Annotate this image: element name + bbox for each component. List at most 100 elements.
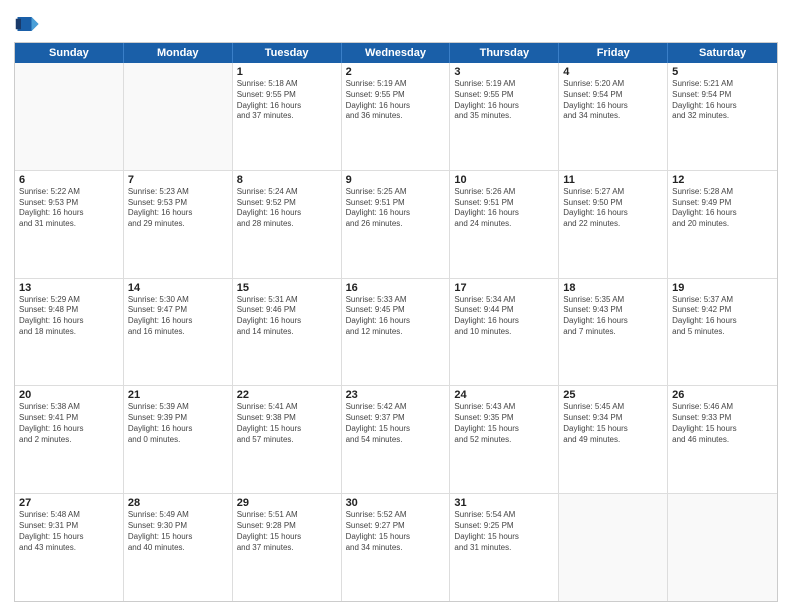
day-number: 23 [346, 389, 446, 401]
calendar-cell: 24Sunrise: 5:43 AM Sunset: 9:35 PM Dayli… [450, 386, 559, 493]
day-number: 26 [672, 389, 773, 401]
calendar-cell: 6Sunrise: 5:22 AM Sunset: 9:53 PM Daylig… [15, 171, 124, 278]
day-content: Sunrise: 5:51 AM Sunset: 9:28 PM Dayligh… [237, 510, 337, 553]
day-number: 31 [454, 497, 554, 509]
day-content: Sunrise: 5:46 AM Sunset: 9:33 PM Dayligh… [672, 402, 773, 445]
day-content: Sunrise: 5:29 AM Sunset: 9:48 PM Dayligh… [19, 295, 119, 338]
calendar-row: 27Sunrise: 5:48 AM Sunset: 9:31 PM Dayli… [15, 494, 777, 601]
day-number: 4 [563, 66, 663, 78]
calendar-cell [124, 63, 233, 170]
calendar-cell: 8Sunrise: 5:24 AM Sunset: 9:52 PM Daylig… [233, 171, 342, 278]
day-content: Sunrise: 5:27 AM Sunset: 9:50 PM Dayligh… [563, 187, 663, 230]
day-number: 15 [237, 282, 337, 294]
calendar-row: 20Sunrise: 5:38 AM Sunset: 9:41 PM Dayli… [15, 386, 777, 494]
calendar-cell [15, 63, 124, 170]
calendar-cell: 22Sunrise: 5:41 AM Sunset: 9:38 PM Dayli… [233, 386, 342, 493]
day-content: Sunrise: 5:19 AM Sunset: 9:55 PM Dayligh… [346, 79, 446, 122]
day-content: Sunrise: 5:25 AM Sunset: 9:51 PM Dayligh… [346, 187, 446, 230]
day-number: 21 [128, 389, 228, 401]
day-content: Sunrise: 5:52 AM Sunset: 9:27 PM Dayligh… [346, 510, 446, 553]
calendar-row: 13Sunrise: 5:29 AM Sunset: 9:48 PM Dayli… [15, 279, 777, 387]
day-number: 6 [19, 174, 119, 186]
calendar-cell: 1Sunrise: 5:18 AM Sunset: 9:55 PM Daylig… [233, 63, 342, 170]
calendar-cell: 12Sunrise: 5:28 AM Sunset: 9:49 PM Dayli… [668, 171, 777, 278]
day-number: 14 [128, 282, 228, 294]
day-number: 11 [563, 174, 663, 186]
calendar: SundayMondayTuesdayWednesdayThursdayFrid… [14, 42, 778, 602]
calendar-header-day: Friday [559, 43, 668, 63]
calendar-cell: 9Sunrise: 5:25 AM Sunset: 9:51 PM Daylig… [342, 171, 451, 278]
day-number: 1 [237, 66, 337, 78]
day-number: 8 [237, 174, 337, 186]
day-content: Sunrise: 5:45 AM Sunset: 9:34 PM Dayligh… [563, 402, 663, 445]
calendar-cell: 7Sunrise: 5:23 AM Sunset: 9:53 PM Daylig… [124, 171, 233, 278]
page: SundayMondayTuesdayWednesdayThursdayFrid… [0, 0, 792, 612]
calendar-cell: 18Sunrise: 5:35 AM Sunset: 9:43 PM Dayli… [559, 279, 668, 386]
calendar-cell: 26Sunrise: 5:46 AM Sunset: 9:33 PM Dayli… [668, 386, 777, 493]
day-content: Sunrise: 5:34 AM Sunset: 9:44 PM Dayligh… [454, 295, 554, 338]
logo-icon [14, 10, 42, 38]
day-content: Sunrise: 5:19 AM Sunset: 9:55 PM Dayligh… [454, 79, 554, 122]
calendar-header-day: Thursday [450, 43, 559, 63]
day-content: Sunrise: 5:49 AM Sunset: 9:30 PM Dayligh… [128, 510, 228, 553]
day-content: Sunrise: 5:18 AM Sunset: 9:55 PM Dayligh… [237, 79, 337, 122]
day-number: 19 [672, 282, 773, 294]
calendar-cell: 15Sunrise: 5:31 AM Sunset: 9:46 PM Dayli… [233, 279, 342, 386]
day-content: Sunrise: 5:20 AM Sunset: 9:54 PM Dayligh… [563, 79, 663, 122]
calendar-cell: 30Sunrise: 5:52 AM Sunset: 9:27 PM Dayli… [342, 494, 451, 601]
calendar-row: 1Sunrise: 5:18 AM Sunset: 9:55 PM Daylig… [15, 63, 777, 171]
day-number: 27 [19, 497, 119, 509]
day-content: Sunrise: 5:23 AM Sunset: 9:53 PM Dayligh… [128, 187, 228, 230]
day-content: Sunrise: 5:28 AM Sunset: 9:49 PM Dayligh… [672, 187, 773, 230]
calendar-cell: 17Sunrise: 5:34 AM Sunset: 9:44 PM Dayli… [450, 279, 559, 386]
calendar-header: SundayMondayTuesdayWednesdayThursdayFrid… [15, 43, 777, 63]
calendar-row: 6Sunrise: 5:22 AM Sunset: 9:53 PM Daylig… [15, 171, 777, 279]
calendar-cell [668, 494, 777, 601]
day-number: 2 [346, 66, 446, 78]
day-content: Sunrise: 5:41 AM Sunset: 9:38 PM Dayligh… [237, 402, 337, 445]
day-content: Sunrise: 5:42 AM Sunset: 9:37 PM Dayligh… [346, 402, 446, 445]
day-content: Sunrise: 5:26 AM Sunset: 9:51 PM Dayligh… [454, 187, 554, 230]
day-number: 3 [454, 66, 554, 78]
calendar-header-day: Tuesday [233, 43, 342, 63]
calendar-cell [559, 494, 668, 601]
day-number: 25 [563, 389, 663, 401]
day-content: Sunrise: 5:39 AM Sunset: 9:39 PM Dayligh… [128, 402, 228, 445]
day-content: Sunrise: 5:21 AM Sunset: 9:54 PM Dayligh… [672, 79, 773, 122]
calendar-cell: 13Sunrise: 5:29 AM Sunset: 9:48 PM Dayli… [15, 279, 124, 386]
day-number: 28 [128, 497, 228, 509]
day-content: Sunrise: 5:38 AM Sunset: 9:41 PM Dayligh… [19, 402, 119, 445]
calendar-cell: 16Sunrise: 5:33 AM Sunset: 9:45 PM Dayli… [342, 279, 451, 386]
calendar-cell: 4Sunrise: 5:20 AM Sunset: 9:54 PM Daylig… [559, 63, 668, 170]
day-content: Sunrise: 5:22 AM Sunset: 9:53 PM Dayligh… [19, 187, 119, 230]
calendar-header-day: Monday [124, 43, 233, 63]
day-number: 30 [346, 497, 446, 509]
calendar-cell: 21Sunrise: 5:39 AM Sunset: 9:39 PM Dayli… [124, 386, 233, 493]
calendar-cell: 11Sunrise: 5:27 AM Sunset: 9:50 PM Dayli… [559, 171, 668, 278]
calendar-cell: 10Sunrise: 5:26 AM Sunset: 9:51 PM Dayli… [450, 171, 559, 278]
calendar-header-day: Wednesday [342, 43, 451, 63]
calendar-cell: 2Sunrise: 5:19 AM Sunset: 9:55 PM Daylig… [342, 63, 451, 170]
calendar-cell: 20Sunrise: 5:38 AM Sunset: 9:41 PM Dayli… [15, 386, 124, 493]
day-number: 7 [128, 174, 228, 186]
calendar-cell: 31Sunrise: 5:54 AM Sunset: 9:25 PM Dayli… [450, 494, 559, 601]
day-number: 20 [19, 389, 119, 401]
calendar-cell: 29Sunrise: 5:51 AM Sunset: 9:28 PM Dayli… [233, 494, 342, 601]
day-content: Sunrise: 5:31 AM Sunset: 9:46 PM Dayligh… [237, 295, 337, 338]
day-number: 13 [19, 282, 119, 294]
day-content: Sunrise: 5:30 AM Sunset: 9:47 PM Dayligh… [128, 295, 228, 338]
day-number: 10 [454, 174, 554, 186]
day-content: Sunrise: 5:54 AM Sunset: 9:25 PM Dayligh… [454, 510, 554, 553]
calendar-header-day: Sunday [15, 43, 124, 63]
calendar-header-day: Saturday [668, 43, 777, 63]
day-number: 18 [563, 282, 663, 294]
logo [14, 10, 46, 38]
day-number: 16 [346, 282, 446, 294]
header [14, 10, 778, 38]
day-number: 22 [237, 389, 337, 401]
calendar-cell: 25Sunrise: 5:45 AM Sunset: 9:34 PM Dayli… [559, 386, 668, 493]
calendar-cell: 27Sunrise: 5:48 AM Sunset: 9:31 PM Dayli… [15, 494, 124, 601]
day-number: 12 [672, 174, 773, 186]
day-number: 29 [237, 497, 337, 509]
calendar-body: 1Sunrise: 5:18 AM Sunset: 9:55 PM Daylig… [15, 63, 777, 601]
